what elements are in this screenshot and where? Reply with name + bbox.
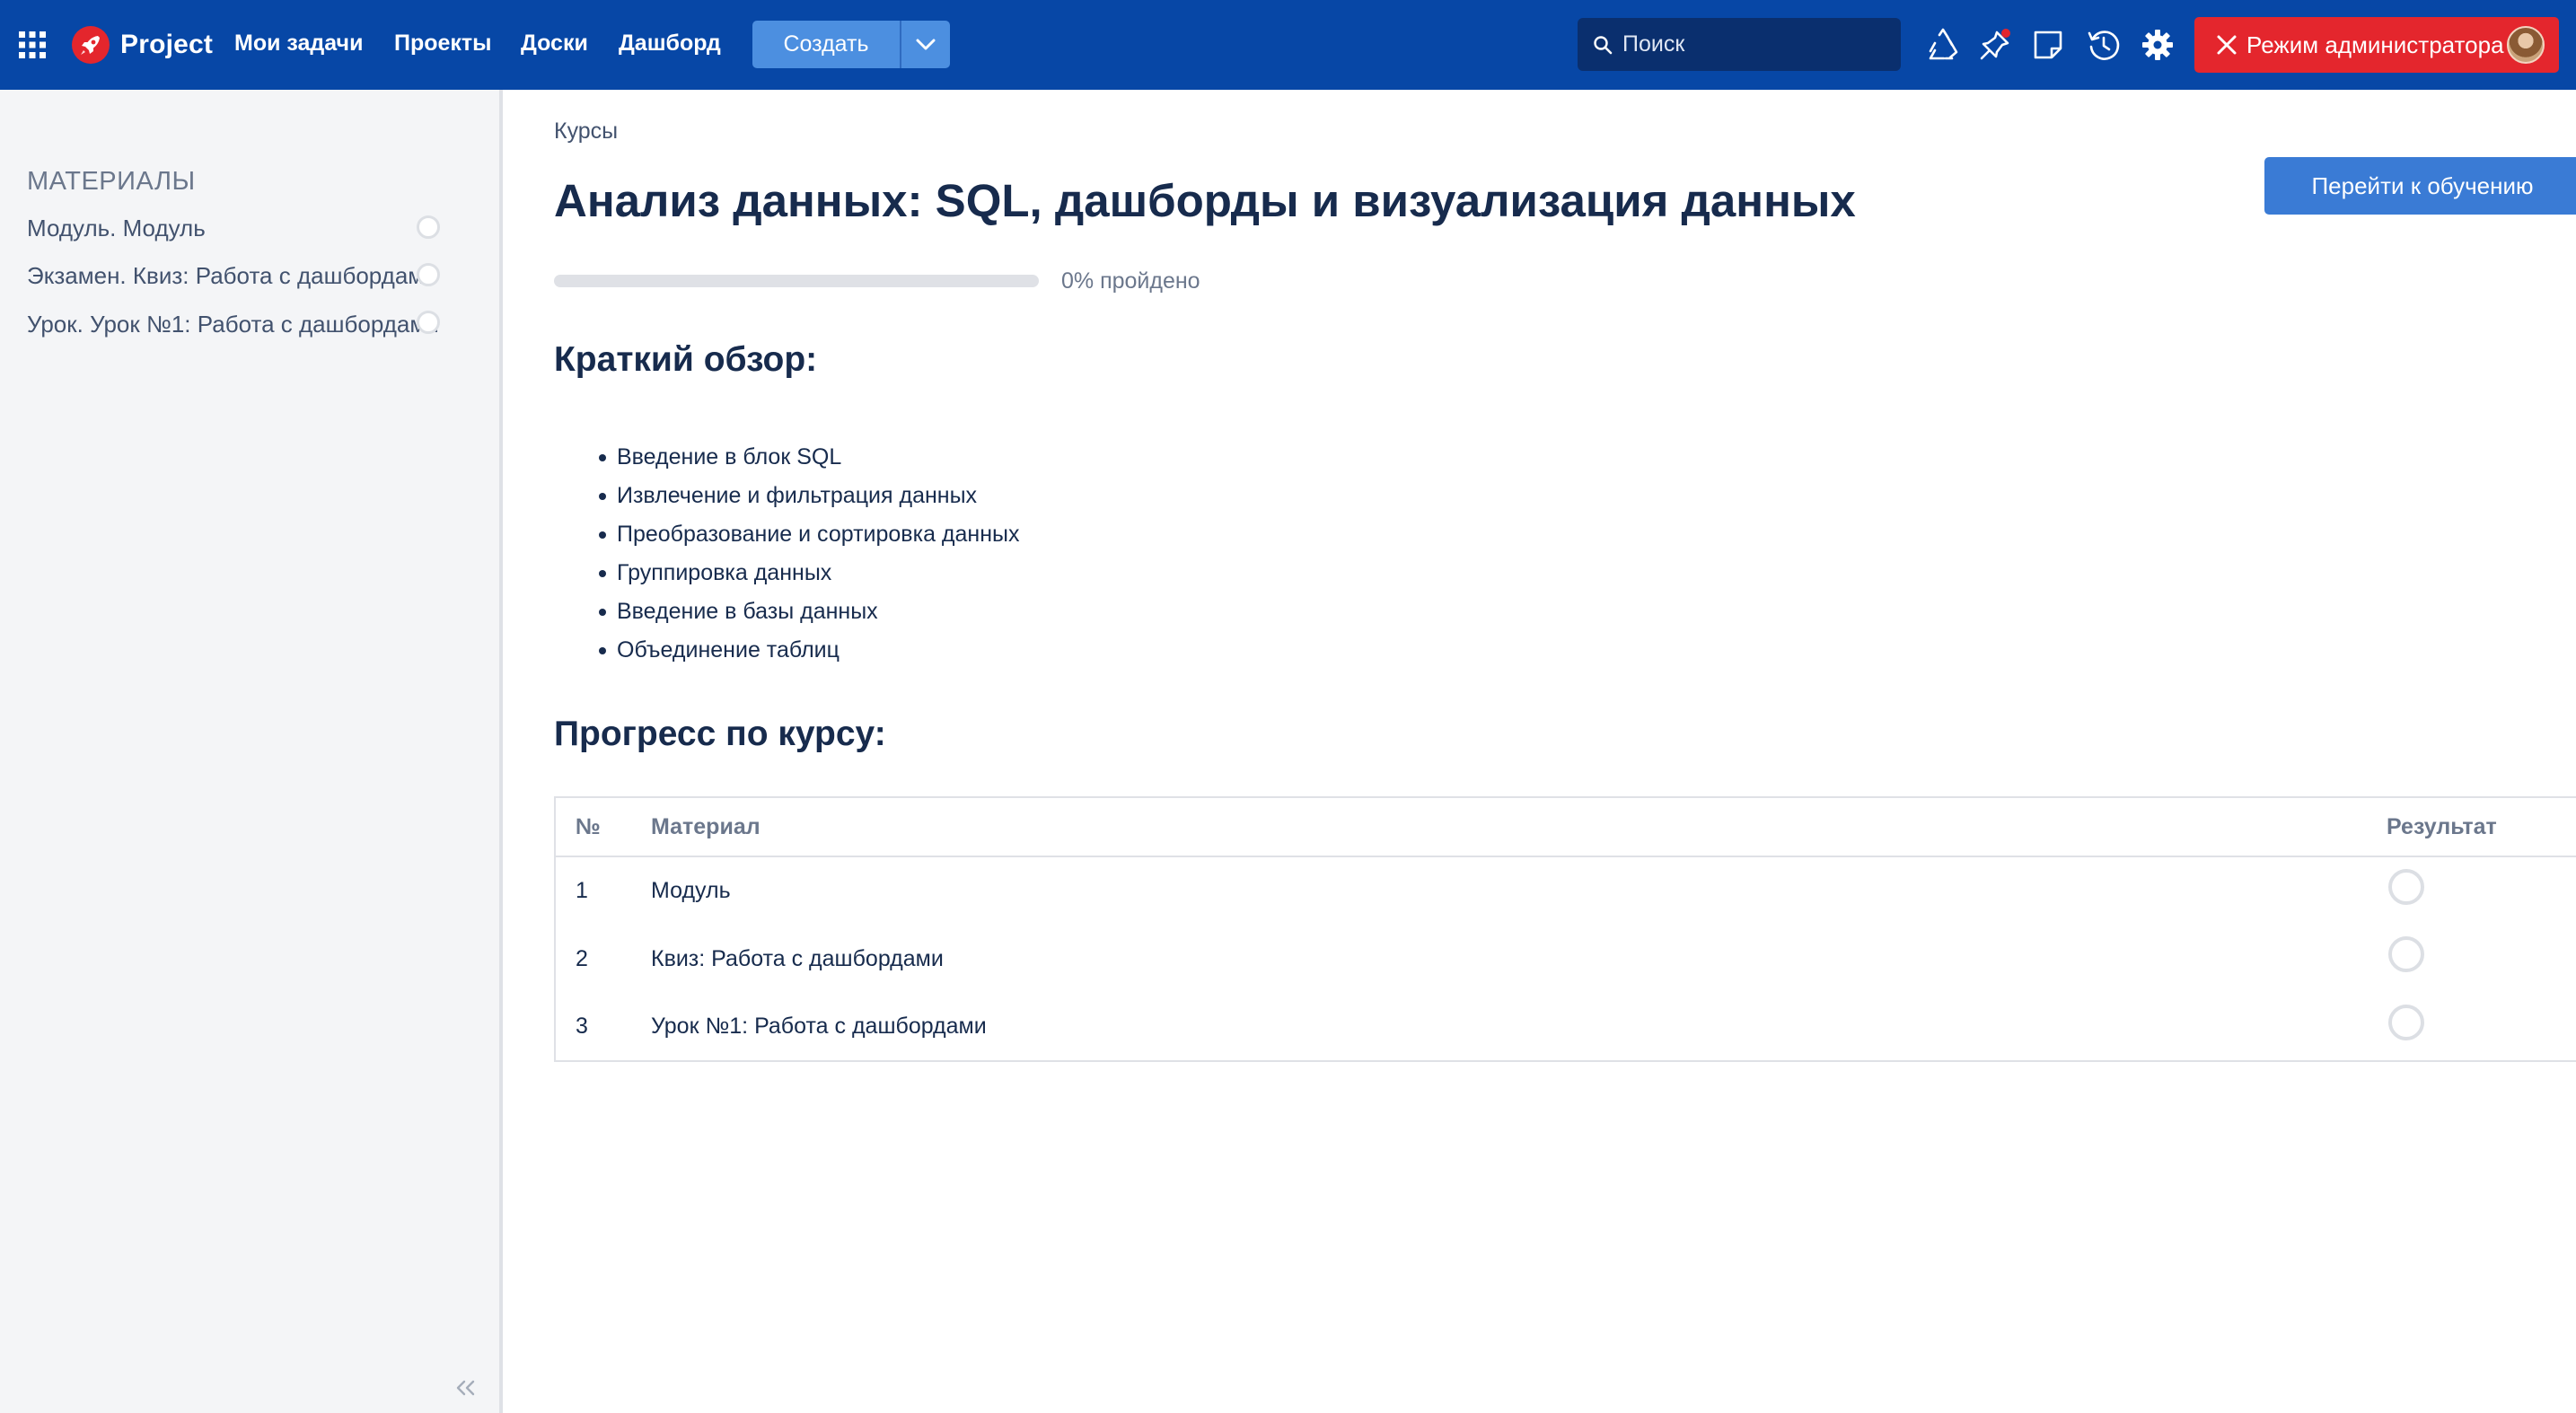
nav-my-tasks[interactable]: Мои задачи xyxy=(234,31,363,57)
column-header-material: Материал xyxy=(651,797,2387,857)
avatar[interactable] xyxy=(2507,26,2545,64)
sidebar-title: МАТЕРИАЛЫ xyxy=(27,167,196,196)
close-icon xyxy=(2217,35,2237,55)
course-main-content: Курсы Анализ данных: SQL, дашборды и виз… xyxy=(506,90,2576,1413)
breadcrumb[interactable]: Курсы xyxy=(554,118,618,145)
recycle-icon[interactable] xyxy=(1925,27,1961,63)
sidebar-item-module[interactable]: Модуль. Модуль xyxy=(27,208,476,248)
table-row[interactable]: 2 Квиз: Работа с дашбордами xyxy=(555,925,2576,993)
search-icon xyxy=(1594,35,1613,54)
result-status-radio[interactable] xyxy=(2388,1004,2424,1040)
list-item: Введение в базы данных xyxy=(554,592,1020,631)
sidebar-item-status-radio[interactable] xyxy=(417,215,440,239)
top-navigation-bar: Project Мои задачи Проекты Доски Дашборд… xyxy=(0,0,2576,90)
pin-icon[interactable] xyxy=(1977,27,2013,63)
row-result xyxy=(2387,993,2576,1061)
sidebar-item-status-radio[interactable] xyxy=(417,263,440,286)
nav-dashboard[interactable]: Дашборд xyxy=(619,31,721,57)
admin-mode-button[interactable]: Режим администратора xyxy=(2194,17,2559,73)
row-number: 2 xyxy=(576,945,588,971)
result-status-radio[interactable] xyxy=(2388,936,2424,973)
column-header-number: № xyxy=(555,797,651,857)
list-item: Объединение таблиц xyxy=(554,631,1020,670)
row-material[interactable]: Урок №1: Работа с дашбордами xyxy=(651,993,2387,1061)
admin-mode-label: Режим администратора xyxy=(2246,31,2504,58)
sidebar-item-label: Модуль. Модуль xyxy=(27,214,206,241)
sidebar-item-status-radio[interactable] xyxy=(417,311,440,334)
result-status-radio[interactable] xyxy=(2388,868,2424,905)
list-item: Группировка данных xyxy=(554,554,1020,592)
list-item: Извлечение и фильтрация данных xyxy=(554,477,1020,515)
history-icon[interactable] xyxy=(2086,27,2122,63)
brand-logo[interactable]: Project xyxy=(72,26,213,64)
sidebar-item-exam[interactable]: Экзамен. Квиз: Работа с дашбордами xyxy=(27,256,476,295)
table-row[interactable]: 1 Модуль xyxy=(555,856,2576,925)
materials-sidebar: МАТЕРИАЛЫ Модуль. Модуль Экзамен. Квиз: … xyxy=(0,90,503,1413)
course-progress-table: № Материал Результат 1 Модуль 2 Квиз: Ра… xyxy=(554,796,2576,1062)
overview-list: Введение в блок SQL Извлечение и фильтра… xyxy=(554,438,1020,670)
create-button[interactable]: Создать xyxy=(752,21,900,68)
course-progress-label: 0% пройдено xyxy=(1061,268,1200,294)
page-title: Анализ данных: SQL, дашборды и визуализа… xyxy=(554,175,1856,226)
row-material[interactable]: Модуль xyxy=(651,856,2387,925)
create-dropdown-button[interactable] xyxy=(901,21,950,68)
go-to-learning-button[interactable]: Перейти к обучению xyxy=(2264,157,2576,215)
row-result xyxy=(2387,856,2576,925)
gear-icon[interactable] xyxy=(2140,27,2176,63)
create-button-group: Создать xyxy=(752,21,950,68)
table-header-row: № Материал Результат xyxy=(555,797,2576,857)
course-progress-heading: Прогресс по курсу: xyxy=(554,715,886,753)
course-progress-bar xyxy=(554,275,1039,287)
rocket-logo-icon xyxy=(72,26,110,64)
row-material[interactable]: Квиз: Работа с дашбордами xyxy=(651,925,2387,993)
brand-name: Project xyxy=(120,30,214,59)
row-number: 3 xyxy=(576,1014,588,1039)
table-row[interactable]: 3 Урок №1: Работа с дашбордами xyxy=(555,993,2576,1061)
nav-projects[interactable]: Проекты xyxy=(394,31,492,57)
row-number: 1 xyxy=(576,878,588,903)
overview-heading: Краткий обзор: xyxy=(554,340,818,379)
list-item: Преобразование и сортировка данных xyxy=(554,515,1020,554)
collapse-sidebar-icon[interactable] xyxy=(451,1374,479,1402)
search-input[interactable] xyxy=(1622,31,1892,57)
row-result xyxy=(2387,925,2576,993)
column-header-result: Результат xyxy=(2387,797,2576,857)
note-icon[interactable] xyxy=(2030,27,2066,63)
list-item: Введение в блок SQL xyxy=(554,438,1020,477)
sidebar-item-label: Экзамен. Квиз: Работа с дашбордами xyxy=(27,261,437,289)
sidebar-item-lesson[interactable]: Урок. Урок №1: Работа с дашбордами xyxy=(27,304,476,344)
chevron-down-icon xyxy=(916,39,936,49)
sidebar-item-label: Урок. Урок №1: Работа с дашбордами xyxy=(27,310,439,338)
apps-grid-icon[interactable] xyxy=(18,31,47,59)
nav-boards[interactable]: Доски xyxy=(521,31,588,57)
search-box[interactable] xyxy=(1578,18,1901,71)
